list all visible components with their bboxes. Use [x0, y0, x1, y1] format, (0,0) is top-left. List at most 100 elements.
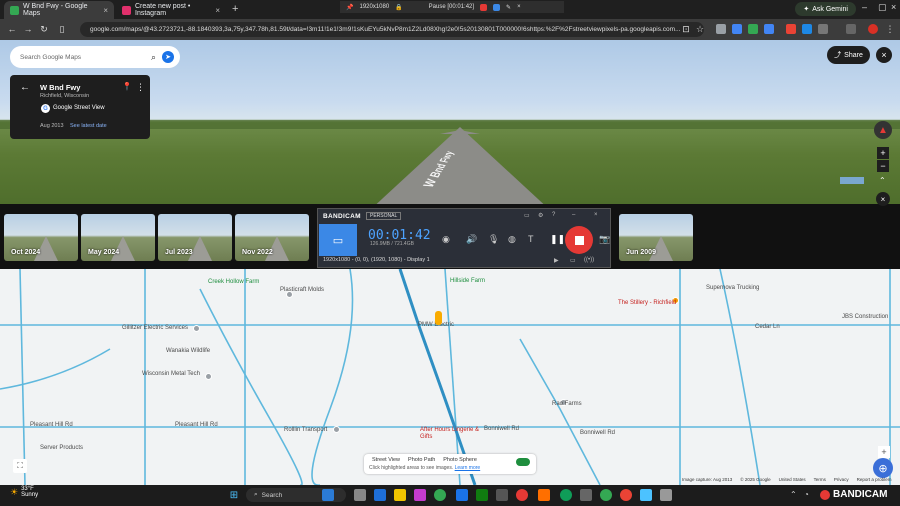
back-icon[interactable]: ←	[6, 23, 18, 35]
stop-record-button[interactable]	[565, 226, 593, 254]
map-zoom-in-button[interactable]: +	[878, 446, 890, 458]
taskbar-app-icon[interactable]	[496, 489, 508, 501]
map-label[interactable]: Rao Farms	[552, 401, 582, 407]
place-pin-icon[interactable]	[193, 325, 200, 332]
timeline-thumbnail[interactable]: Nov 2022	[235, 214, 309, 261]
microphone-icon[interactable]: 🎙	[488, 234, 499, 245]
ask-gemini-button[interactable]: ✦ Ask Gemini	[795, 2, 856, 16]
map-label[interactable]: JBS Construction	[842, 314, 888, 320]
street-view-toggle[interactable]	[516, 458, 530, 466]
extension-icon[interactable]	[786, 24, 796, 34]
map-label[interactable]: Creek Hollow Farm	[208, 279, 259, 285]
attrib-terms[interactable]: Terms	[814, 477, 826, 482]
place-pin-icon[interactable]	[333, 426, 340, 433]
extensions-puzzle-icon[interactable]	[818, 24, 828, 34]
timeline-thumbnail[interactable]: Oct 2024	[4, 214, 78, 261]
chrome-icon[interactable]	[620, 489, 632, 501]
timeline-thumbnail[interactable]: Jun 2009	[619, 214, 693, 261]
address-bar[interactable]: google.com/maps/@43.2723721,-88.1840393,…	[80, 22, 704, 37]
avatar[interactable]	[868, 24, 878, 34]
close-icon[interactable]: ×	[594, 212, 598, 218]
place-pin-icon[interactable]	[205, 373, 212, 380]
speaker-icon[interactable]: 🔊	[466, 234, 477, 245]
settings-icon[interactable]: ⚙	[538, 212, 543, 219]
taskbar-app-icon[interactable]	[456, 489, 468, 501]
taskbar-app-icon[interactable]	[640, 489, 652, 501]
taskbar-app-icon[interactable]	[414, 489, 426, 501]
taskbar-app-icon[interactable]	[560, 489, 572, 501]
webcam-icon[interactable]: ◉	[442, 234, 450, 245]
weather-widget[interactable]: ☀ 33°F Sunny	[10, 486, 38, 498]
reload-icon[interactable]: ↻	[38, 23, 50, 35]
close-tab-icon[interactable]: ×	[103, 6, 108, 15]
directions-icon[interactable]: ➤	[162, 51, 174, 63]
text-icon[interactable]: T	[528, 234, 534, 244]
extension-icon[interactable]	[732, 24, 742, 34]
extension-icon[interactable]	[716, 24, 726, 34]
pin-icon[interactable]: 📌	[346, 4, 353, 11]
back-arrow-icon[interactable]: ←	[20, 82, 30, 93]
map-label[interactable]: Hillside Farm	[450, 278, 485, 284]
pause-icon[interactable]: ❚❚	[550, 234, 565, 245]
pen-icon[interactable]: ✎	[506, 4, 511, 11]
taskbar-app-icon[interactable]	[516, 489, 528, 501]
tab-instagram[interactable]: Create new post • Instagram ×	[116, 1, 226, 19]
timeline-thumbnail[interactable]: Jul 2023	[158, 214, 232, 261]
layer-thumbnail[interactable]	[840, 177, 864, 184]
close-window-icon[interactable]: ×	[891, 2, 896, 12]
location-pin-icon[interactable]: 📍	[122, 82, 132, 91]
folder-icon[interactable]: ▭	[524, 212, 530, 219]
taskbar-app-icon[interactable]	[476, 489, 488, 501]
install-icon[interactable]: ⊡	[680, 23, 692, 35]
fullscreen-icon[interactable]: ⛶	[13, 459, 27, 473]
zoom-out-button[interactable]: −	[877, 160, 889, 172]
video-icon[interactable]: ▶	[554, 257, 559, 264]
extension-icon[interactable]	[764, 24, 774, 34]
map-canvas[interactable]	[0, 269, 900, 485]
camera-icon[interactable]	[493, 3, 501, 11]
expand-icon[interactable]: ⌃	[879, 176, 886, 185]
taskbar-app-icon[interactable]	[354, 489, 366, 501]
compass-icon[interactable]: ▲	[874, 121, 892, 139]
network-icon[interactable]: ◔	[804, 490, 809, 499]
zoom-in-button[interactable]: +	[877, 147, 889, 159]
menu-icon[interactable]: ⋮	[884, 23, 896, 35]
extension-icon[interactable]	[802, 24, 812, 34]
share-button[interactable]: ⤴ Share	[827, 46, 870, 64]
map-label[interactable]: Gillitzer Electric Services	[122, 325, 188, 331]
tray-chevron-icon[interactable]: ⌃	[790, 490, 797, 499]
map-label[interactable]: Wanakia Wildlife	[166, 348, 210, 354]
map-label[interactable]: Plasticraft Molds	[280, 287, 324, 293]
lock-icon[interactable]: 🔒	[395, 4, 402, 11]
taskbar-app-icon[interactable]	[394, 489, 406, 501]
attrib-privacy[interactable]: Privacy	[834, 477, 849, 482]
learn-more-link[interactable]: Learn more	[455, 465, 481, 471]
close-tab-icon[interactable]: ×	[215, 6, 220, 15]
see-latest-date-link[interactable]: See latest date	[70, 123, 107, 129]
broadcast-icon[interactable]: ((•))	[584, 257, 594, 263]
map-label[interactable]: The Stillery - Richfield	[618, 300, 676, 306]
close-icon[interactable]: ×	[517, 4, 521, 10]
taskbar-app-icon[interactable]	[374, 489, 386, 501]
maximize-icon[interactable]: ▢	[878, 2, 887, 13]
minimize-icon[interactable]: –	[572, 212, 575, 218]
taskbar-app-icon[interactable]	[322, 489, 334, 501]
close-timeline-icon[interactable]: ×	[876, 192, 890, 206]
start-windows-icon[interactable]: ⊞	[228, 489, 240, 501]
chrome-icon[interactable]	[600, 489, 612, 501]
help-icon[interactable]: ?	[552, 212, 555, 218]
display-icon[interactable]: ▭	[570, 257, 576, 264]
taskbar-app-icon[interactable]	[580, 489, 592, 501]
pegman-icon[interactable]	[435, 311, 442, 325]
taskbar-app-icon[interactable]	[660, 489, 672, 501]
more-options-icon[interactable]: ⋮	[136, 82, 145, 93]
close-street-view-icon[interactable]: ×	[876, 47, 892, 63]
screen-mode-button[interactable]: ▭	[319, 224, 357, 256]
tab-google-maps[interactable]: W Bnd Fwy - Google Maps ×	[4, 1, 114, 19]
extension-icon[interactable]	[748, 24, 758, 34]
split-view-icon[interactable]	[846, 24, 856, 34]
map-label[interactable]: Server Products	[40, 445, 83, 451]
bookmark-star-icon[interactable]: ☆	[694, 23, 706, 35]
taskbar-app-icon[interactable]	[538, 489, 550, 501]
map-label[interactable]: Rolllin Transport	[284, 427, 327, 433]
